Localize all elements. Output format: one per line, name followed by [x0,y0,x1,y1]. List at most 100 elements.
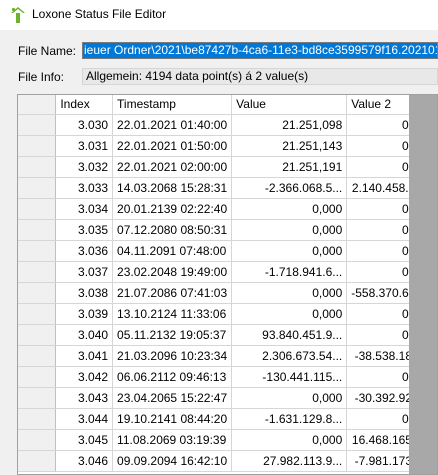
column-header-value[interactable]: Value [231,95,348,115]
row-selector[interactable] [18,345,57,367]
cell-value[interactable]: 21.251,098 [231,114,348,136]
row-selector[interactable] [18,324,57,346]
table-row[interactable]: 3.046 09.09.2094 16:42:10 27.982.113.9... -… [18,450,437,472]
cell-index[interactable]: 3.034 [55,198,114,220]
column-header-index[interactable]: Index [55,95,114,115]
file-info-field: Allgemein: 4194 data point(s) á 2 value(… [82,68,438,85]
cell-index[interactable]: 3.037 [55,261,114,283]
cell-index[interactable]: 3.036 [55,240,114,262]
cell-timestamp[interactable]: 23.04.2065 15:22:47 [112,387,233,409]
cell-index[interactable]: 3.032 [55,156,114,178]
cell-timestamp[interactable]: 11.08.2069 03:19:39 [112,429,233,451]
row-selector[interactable] [18,303,57,325]
table-row[interactable]: 3.04206.06.2112 09:46:13-130.441.115...0… [18,366,437,388]
column-header-timestamp[interactable]: Timestamp [112,95,233,115]
table-row[interactable]: 3.033 14.03.2068 15:28:31 -2.366.068.5... 2… [18,177,437,199]
cell-timestamp[interactable]: 07.12.2080 08:50:31 [112,219,233,241]
cell-index[interactable]: 3.039 [55,303,114,325]
cell-index[interactable]: 3.046 [55,450,114,472]
cell-index[interactable]: 3.033 [55,177,114,199]
row-selector[interactable] [18,282,57,304]
cell-value[interactable]: 21.251,143 [231,135,348,157]
cell-timestamp[interactable]: 04.11.2091 07:48:00 [112,240,233,262]
table-row[interactable]: 3.03507.12.2080 08:50:310,0000,000 [18,219,437,241]
table-row[interactable]: 3.03420.01.2139 02:22:400,0000,000 [18,198,437,220]
cell-value[interactable]: 0,000 [231,282,348,304]
grid-empty-area [409,95,437,474]
file-name-label: File Name: [18,44,77,58]
cell-timestamp[interactable]: 14.03.2068 15:28:31 [112,177,233,199]
cell-index[interactable]: 3.044 [55,408,114,430]
table-row[interactable]: 3.03913.10.2124 11:33:060,0000,000 [18,303,437,325]
cell-value[interactable]: 0,000 [231,387,348,409]
table-row[interactable]: 3.03222.01.2021 02:00:0021.251,1910,349 [18,156,437,178]
row-selector[interactable] [18,408,57,430]
row-selector[interactable] [18,366,57,388]
table-row[interactable]: 3.03723.02.2048 19:49:00-1.718.941.6...0… [18,261,437,283]
cell-value[interactable]: 0,000 [231,303,348,325]
cell-value[interactable]: 0,000 [231,219,348,241]
table-row[interactable]: 3.04005.11.2132 19:05:3793.840.451.9...0… [18,324,437,346]
table-row[interactable]: 3.03122.01.2021 01:50:0021.251,1430,300 [18,135,437,157]
table-row[interactable]: 3.03022.01.2021 01:40:0021.251,0980,449 [18,114,437,136]
row-selector[interactable] [18,156,57,178]
table-row[interactable]: 3.041 21.03.2096 10:23:34 2.306.673.54... -… [18,345,437,367]
row-selector[interactable] [18,240,57,262]
title-bar: Loxone Status File Editor [0,0,438,30]
cell-index[interactable]: 3.031 [55,135,114,157]
cell-index[interactable]: 3.035 [55,219,114,241]
cell-timestamp[interactable]: 22.01.2021 02:00:00 [112,156,233,178]
cell-value[interactable]: 2.306.673.54... [231,345,348,367]
row-selector[interactable] [18,219,57,241]
row-selector[interactable] [18,177,57,199]
cell-timestamp[interactable]: 19.10.2141 08:44:20 [112,408,233,430]
cell-value[interactable]: 0,000 [231,429,348,451]
cell-index[interactable]: 3.030 [55,114,114,136]
row-selector[interactable] [18,261,57,283]
cell-value[interactable]: 21.251,191 [231,156,348,178]
row-selector-header[interactable] [18,95,57,115]
data-table: Index Timestamp Value Value 2 3.030 22.01… [18,95,437,472]
main-panel: File Name: ieuer Ordner\2021\be87427b-4c… [0,30,438,475]
loxone-logo-icon [11,7,25,23]
table-row[interactable]: 3.038 21.07.2086 07:41:03 0,000 -558.370.64… [18,282,437,304]
cell-timestamp[interactable]: 23.02.2048 19:49:00 [112,261,233,283]
cell-timestamp[interactable]: 20.01.2139 02:22:40 [112,198,233,220]
row-selector[interactable] [18,387,57,409]
table-row[interactable]: 3.045 11.08.2069 03:19:39 0,000 16.468.165.… [18,429,437,451]
cell-timestamp[interactable]: 05.11.2132 19:05:37 [112,324,233,346]
cell-index[interactable]: 3.041 [55,345,114,367]
cell-value[interactable]: -1.631.129.8... [231,408,348,430]
row-selector[interactable] [18,450,57,472]
file-name-input[interactable]: ieuer Ordner\2021\be87427b-4ca6-11e3-bd8… [82,42,438,59]
cell-timestamp[interactable]: 21.03.2096 10:23:34 [112,345,233,367]
row-selector[interactable] [18,114,57,136]
cell-index[interactable]: 3.043 [55,387,114,409]
cell-value[interactable]: 0,000 [231,240,348,262]
table-row[interactable]: 3.04419.10.2141 08:44:20-1.631.129.8...0… [18,408,437,430]
cell-index[interactable]: 3.038 [55,282,114,304]
cell-value[interactable]: 0,000 [231,198,348,220]
cell-timestamp[interactable]: 06.06.2112 09:46:13 [112,366,233,388]
file-info-label: File Info: [18,70,65,84]
cell-timestamp[interactable]: 09.09.2094 16:42:10 [112,450,233,472]
row-selector[interactable] [18,135,57,157]
cell-index[interactable]: 3.040 [55,324,114,346]
cell-index[interactable]: 3.045 [55,429,114,451]
cell-timestamp[interactable]: 21.07.2086 07:41:03 [112,282,233,304]
cell-value[interactable]: 27.982.113.9... [231,450,348,472]
cell-timestamp[interactable]: 22.01.2021 01:40:00 [112,114,233,136]
cell-value[interactable]: -2.366.068.5... [231,177,348,199]
cell-value[interactable]: -130.441.115... [231,366,348,388]
cell-value[interactable]: -1.718.941.6... [231,261,348,283]
cell-timestamp[interactable]: 13.10.2124 11:33:06 [112,303,233,325]
cell-value[interactable]: 93.840.451.9... [231,324,348,346]
row-selector[interactable] [18,429,57,451]
header-row: Index Timestamp Value Value 2 [18,95,437,115]
data-grid[interactable]: Index Timestamp Value Value 2 3.030 22.01… [17,94,438,475]
cell-timestamp[interactable]: 22.01.2021 01:50:00 [112,135,233,157]
cell-index[interactable]: 3.042 [55,366,114,388]
row-selector[interactable] [18,198,57,220]
table-row[interactable]: 3.03604.11.2091 07:48:000,0000,000 [18,240,437,262]
table-row[interactable]: 3.043 23.04.2065 15:22:47 0,000 -30.392.924… [18,387,437,409]
